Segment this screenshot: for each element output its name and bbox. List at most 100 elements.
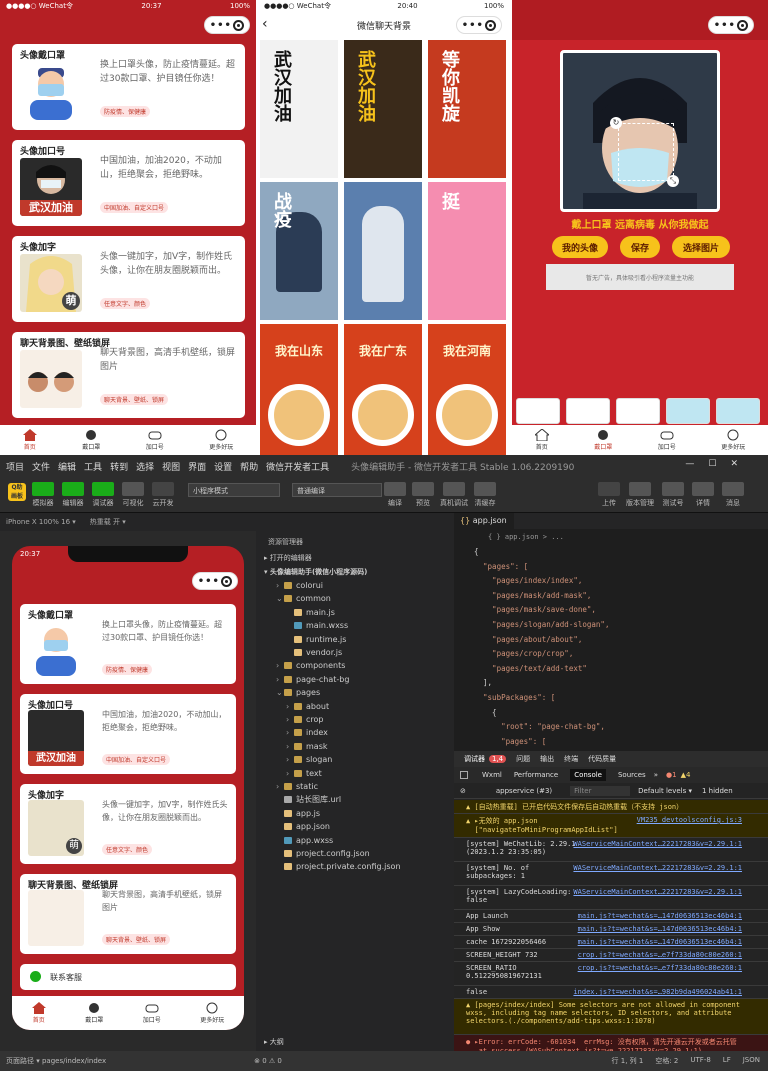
mini-program-capsule[interactable]: •••: [708, 16, 754, 34]
wallpaper-thumbnail[interactable]: 武汉加油: [260, 40, 338, 178]
upload-button[interactable]: 上传: [598, 482, 620, 508]
tree-item-folder[interactable]: › static: [258, 780, 454, 793]
tab-console[interactable]: Console: [570, 769, 606, 781]
rotate-handle-icon[interactable]: ↻: [610, 117, 622, 129]
tab-performance[interactable]: Performance: [514, 771, 558, 779]
tree-item-folder[interactable]: › about: [258, 700, 454, 713]
feature-card[interactable]: 头像戴口罩 换上口罩头像，防止疫情蔓延。超过30款口罩、护目镜任你选！ 防疫情、保健…: [20, 604, 236, 684]
hot-reload-select[interactable]: 热重载 开 ▾: [90, 517, 126, 527]
tab-home[interactable]: 首页: [534, 429, 549, 451]
visual-button[interactable]: 可视化: [122, 482, 144, 508]
log-source-link[interactable]: VM235 devtoolsconfig.js:3: [637, 816, 742, 824]
menu-item[interactable]: 转到: [110, 460, 128, 473]
feature-card[interactable]: 聊天背景图、壁纸锁屏 聊天背景图，高清手机壁纸，锁屏图片 聊天背景、壁纸、锁屏: [20, 874, 236, 954]
more-icon[interactable]: •••: [210, 20, 232, 31]
log-source-link[interactable]: crop.js?t=wechat&s=…e7f733da80c80e260:1: [578, 951, 742, 959]
status-item[interactable]: 空格: 2: [655, 1056, 678, 1066]
log-source-link[interactable]: index.js?t=wechat&s=…982b9da496024ab41:1: [573, 988, 742, 996]
cloud-dev-button[interactable]: 云开发: [152, 482, 174, 508]
tree-item-folder[interactable]: › slogan: [258, 753, 454, 766]
tab-code-quality[interactable]: 代码质量: [588, 754, 616, 764]
avatar-canvas[interactable]: ↻ ⤡: [560, 50, 720, 212]
tree-item-folder-open[interactable]: ⌄ common: [258, 592, 454, 605]
tab-mask[interactable]: 戴口罩: [594, 429, 612, 451]
simulator-button[interactable]: 模拟器: [32, 482, 54, 508]
resize-handle-icon[interactable]: ⤡: [667, 175, 679, 187]
log-source-link[interactable]: WAServiceMainContext…22217283&v=2.29.1:1: [573, 888, 742, 896]
menu-item[interactable]: 项目: [6, 460, 24, 473]
log-source-link[interactable]: main.js?t=wechat&s=…147d0636513ec46b4:1: [578, 912, 742, 920]
save-button[interactable]: 保存: [620, 236, 660, 258]
compile-button[interactable]: 编译: [384, 482, 406, 508]
wallpaper-thumbnail[interactable]: 战疫: [260, 182, 338, 320]
feature-card-slogan[interactable]: 头像加口号 武汉加油 中国加油，加油2020，不动加山，拒绝聚会，拒绝野味。 中…: [12, 140, 245, 226]
tab-slogan[interactable]: 加口号: [146, 429, 164, 451]
menu-item[interactable]: 微信开发者工具: [266, 460, 329, 473]
messages-button[interactable]: 消息: [722, 482, 744, 508]
feature-card[interactable]: 头像加字萌头像一键加字，加V字，制作姓氏头像，让你在朋友圈脱颖而出。 任意文字、颜…: [20, 784, 236, 864]
mini-program-capsule[interactable]: •••: [204, 16, 250, 34]
tab-mask[interactable]: 戴口罩: [85, 1002, 103, 1024]
tree-item-folder[interactable]: › text: [258, 767, 454, 780]
window-controls[interactable]: —☐✕: [685, 459, 752, 469]
version-button[interactable]: 版本管理: [626, 482, 654, 508]
wallpaper-thumbnail[interactable]: [344, 182, 422, 320]
tree-item-js[interactable]: runtime.js: [258, 633, 454, 646]
tree-item-folder[interactable]: › components: [258, 659, 454, 672]
menu-item[interactable]: 帮助: [240, 460, 258, 473]
inspect-icon[interactable]: [460, 771, 468, 779]
tree-item-js[interactable]: vendor.js: [258, 646, 454, 659]
remote-debug-button[interactable]: 真机调试: [440, 482, 468, 508]
mini-program-capsule[interactable]: •••: [456, 16, 502, 34]
mask-option[interactable]: [566, 398, 610, 424]
mask-option[interactable]: [616, 398, 660, 424]
wallpaper-thumbnail[interactable]: 武汉加油: [344, 40, 422, 178]
tree-item-folder-open[interactable]: ⌄ pages: [258, 686, 454, 699]
close-icon[interactable]: [485, 19, 497, 31]
contact-service-button[interactable]: 联系客服: [20, 964, 236, 990]
wallpaper-thumbnail[interactable]: 等你凯旋: [428, 40, 506, 178]
tree-item-js[interactable]: main.js: [258, 606, 454, 619]
tab-problems[interactable]: 问题: [516, 754, 530, 764]
clear-console-icon[interactable]: ⊘: [460, 787, 466, 795]
status-item[interactable]: 行 1, 列 1: [612, 1056, 644, 1066]
outline-section[interactable]: ▸ 大纲: [258, 1035, 454, 1048]
log-source-link[interactable]: main.js?t=wechat&s=…147d0636513ec46b4:1: [578, 925, 742, 933]
device-select[interactable]: iPhone X 100% 16 ▾: [6, 518, 76, 526]
choose-image-button[interactable]: 选择图片: [672, 236, 730, 258]
log-source-link[interactable]: WAServiceMainContext…22217283&v=2.29.1:1: [573, 864, 742, 872]
tree-item-folder[interactable]: › index: [258, 726, 454, 739]
tab-output[interactable]: 输出: [540, 754, 554, 764]
preview-button[interactable]: 预览: [412, 482, 434, 508]
mask-option[interactable]: [716, 398, 760, 424]
problem-counts[interactable]: ⊗ 0 ⚠ 0: [254, 1057, 282, 1065]
tree-item-js[interactable]: app.js: [258, 807, 454, 820]
tree-item-wxss[interactable]: main.wxss: [258, 619, 454, 632]
page-path[interactable]: 页面路径 ▾ pages/index/index: [6, 1056, 106, 1066]
status-item[interactable]: UTF-8: [690, 1056, 710, 1066]
log-source-link[interactable]: WAServiceMainContext…22217283&v=2.29.1:1: [573, 840, 742, 848]
tab-home[interactable]: 首页: [22, 429, 37, 451]
compile-select[interactable]: 普通编译: [292, 483, 382, 497]
debugger-button[interactable]: 调试器: [92, 482, 114, 508]
status-item[interactable]: LF: [723, 1056, 731, 1066]
wallpaper-thumbnail[interactable]: 挺: [428, 182, 506, 320]
project-root[interactable]: ▾ 头像编辑助手(微信小程序源码): [258, 565, 454, 578]
tab-slogan[interactable]: 加口号: [658, 429, 676, 451]
close-icon[interactable]: [221, 575, 233, 587]
menu-item[interactable]: 视图: [162, 460, 180, 473]
feature-card-text[interactable]: 头像加字 萌 头像一键加字，加V字，制作姓氏头像，让你在朋友圈脱颖而出。 任意文…: [12, 236, 245, 322]
code-editor[interactable]: {} app.json { } app.json > ... { "pages"…: [454, 513, 768, 751]
mask-selection-box[interactable]: [618, 123, 674, 181]
close-icon[interactable]: [737, 19, 749, 31]
menu-item[interactable]: 设置: [214, 460, 232, 473]
clear-cache-button[interactable]: 清缓存: [474, 482, 496, 508]
details-button[interactable]: 详情: [692, 482, 714, 508]
tree-item-wxss[interactable]: app.wxss: [258, 834, 454, 847]
tab-home[interactable]: 首页: [31, 1002, 46, 1024]
editor-button[interactable]: 编辑器: [62, 482, 84, 508]
tree-item-folder[interactable]: › mask: [258, 740, 454, 753]
tab-debugger[interactable]: 调试器: [464, 754, 485, 764]
avatar[interactable]: Q助 画板: [8, 483, 26, 501]
tree-item-json[interactable]: project.config.json: [258, 847, 454, 860]
